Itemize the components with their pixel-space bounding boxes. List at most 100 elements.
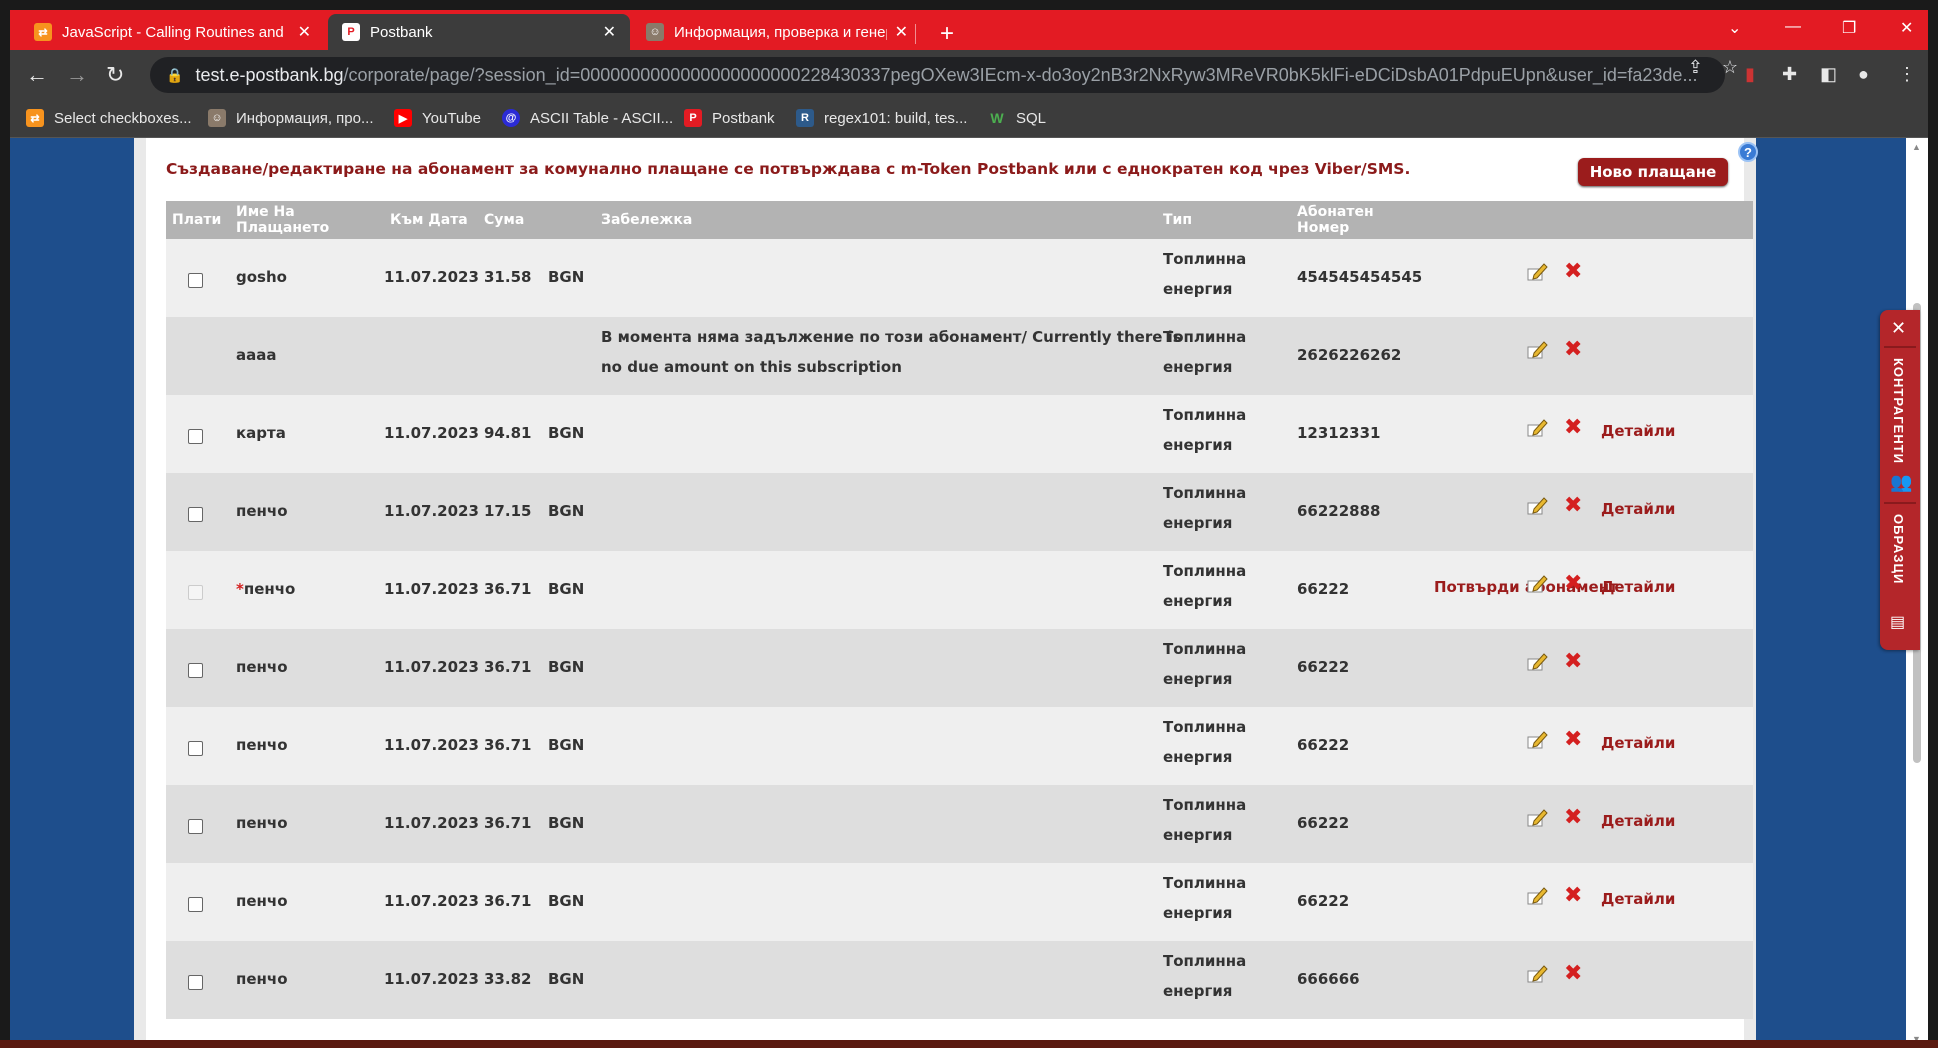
currency: BGN bbox=[548, 970, 585, 988]
delete-icon[interactable]: ✖ bbox=[1564, 261, 1582, 283]
templates-tab[interactable]: ОБРАЗЦИ bbox=[1891, 514, 1906, 584]
minimize-icon[interactable]: — bbox=[1785, 18, 1801, 36]
col-name-line1: Име На bbox=[236, 204, 295, 220]
bookmark-sql[interactable]: W SQL bbox=[988, 109, 1046, 127]
bookmarks-bar: ⇄ Select checkboxes... ☺ Информация, про..… bbox=[10, 100, 1928, 138]
help-icon[interactable]: ? bbox=[1738, 142, 1758, 162]
widget-divider bbox=[1884, 346, 1916, 348]
taskbar bbox=[0, 1040, 1938, 1048]
tab-search-icon[interactable]: ⌄ bbox=[1728, 18, 1741, 38]
delete-icon[interactable]: ✖ bbox=[1564, 339, 1582, 361]
pay-checkbox[interactable] bbox=[188, 897, 203, 912]
bookmark-label: YouTube bbox=[422, 109, 481, 127]
new-payment-button[interactable]: Ново плащане bbox=[1578, 158, 1728, 186]
pay-checkbox[interactable] bbox=[188, 429, 203, 444]
pay-checkbox[interactable] bbox=[188, 507, 203, 522]
type-line2: енергия bbox=[1163, 592, 1233, 610]
side-panel-icon[interactable]: ◧ bbox=[1820, 64, 1837, 85]
type-line1: Топлинна bbox=[1163, 250, 1247, 268]
bookmark-info[interactable]: ☺ Информация, про... bbox=[208, 109, 373, 127]
bookmark-ascii[interactable]: @ ASCII Table - ASCII... bbox=[502, 109, 673, 127]
delete-icon[interactable]: ✖ bbox=[1564, 963, 1582, 985]
edit-icon[interactable] bbox=[1526, 807, 1548, 829]
back-icon[interactable]: ← bbox=[26, 62, 48, 88]
tab-postbank[interactable]: P Postbank ✕ bbox=[328, 14, 630, 50]
share-icon[interactable]: ⇪ bbox=[1688, 57, 1703, 78]
bookmark-star-icon[interactable]: ☆ bbox=[1722, 57, 1738, 78]
bookmark-regex101[interactable]: Rregex101: build, tes... bbox=[796, 109, 967, 127]
forward-icon[interactable]: → bbox=[66, 62, 88, 88]
currency: BGN bbox=[548, 268, 585, 286]
pay-checkbox[interactable] bbox=[188, 741, 203, 756]
delete-icon[interactable]: ✖ bbox=[1564, 495, 1582, 517]
pay-checkbox[interactable] bbox=[188, 663, 203, 678]
delete-icon[interactable]: ✖ bbox=[1564, 651, 1582, 673]
col-name-line2: Плащането bbox=[236, 220, 330, 236]
edit-icon[interactable] bbox=[1526, 885, 1548, 907]
payment-name-text: пенчо bbox=[236, 814, 288, 832]
due-date: 11.07.2023 bbox=[384, 424, 479, 442]
edit-icon[interactable] bbox=[1526, 963, 1548, 985]
close-tab-icon[interactable]: ✕ bbox=[603, 22, 616, 42]
pay-checkbox[interactable] bbox=[188, 273, 203, 288]
profile-icon[interactable]: ● bbox=[1858, 64, 1869, 85]
bookmark-select-checkboxes[interactable]: ⇄ Select checkboxes... bbox=[26, 109, 192, 127]
tab-bar: ⇄ JavaScript - Calling Routines and ✕ P … bbox=[10, 10, 1928, 50]
restore-icon[interactable]: ❐ bbox=[1842, 18, 1856, 38]
extension-icon[interactable]: ▮ bbox=[1745, 64, 1755, 85]
scroll-up-icon[interactable]: ▲ bbox=[1912, 142, 1921, 152]
close-tab-icon[interactable]: ✕ bbox=[298, 22, 311, 42]
extensions-puzzle-icon[interactable]: ✚ bbox=[1782, 64, 1797, 85]
bookmark-youtube[interactable]: ▶ YouTube bbox=[394, 109, 481, 127]
edit-icon[interactable] bbox=[1526, 651, 1548, 673]
subscriber-number: 12312331 bbox=[1297, 424, 1381, 442]
tab-javascript[interactable]: ⇄ JavaScript - Calling Routines and ✕ bbox=[20, 14, 325, 50]
details-link[interactable]: Детайли bbox=[1601, 812, 1675, 830]
edit-icon[interactable] bbox=[1526, 261, 1548, 283]
details-link[interactable]: Детайли bbox=[1601, 578, 1675, 596]
delete-icon[interactable]: ✖ bbox=[1564, 573, 1582, 595]
pay-checkbox[interactable] bbox=[188, 819, 203, 834]
table-row: пенчо 11.07.2023 36.71 BGN Топлинна енергия 66… bbox=[166, 629, 1753, 707]
rest-icon: ⇄ bbox=[26, 109, 44, 127]
edit-icon[interactable] bbox=[1526, 729, 1548, 751]
delete-icon[interactable]: ✖ bbox=[1564, 807, 1582, 829]
menu-icon[interactable]: ⋮ bbox=[1898, 64, 1916, 85]
subscriber-number: 66222888 bbox=[1297, 502, 1381, 520]
counterparties-tab[interactable]: КОНТРАГЕНТИ bbox=[1891, 358, 1906, 464]
type-line2: енергия bbox=[1163, 904, 1233, 922]
type-line1: Топлинна bbox=[1163, 328, 1247, 346]
pay-checkbox[interactable] bbox=[188, 975, 203, 990]
table-row: карта 11.07.2023 94.81 BGN Топлинна енергия 12… bbox=[166, 395, 1753, 473]
delete-icon[interactable]: ✖ bbox=[1564, 729, 1582, 751]
subscriber-number: 666666 bbox=[1297, 970, 1360, 988]
close-tab-icon[interactable]: ✕ bbox=[895, 22, 908, 42]
payment-name: пенчо bbox=[236, 736, 288, 754]
address-bar[interactable]: 🔒 test.e-postbank.bg/corporate/page/?ses… bbox=[150, 57, 1725, 93]
type-line2: енергия bbox=[1163, 748, 1233, 766]
delete-icon[interactable]: ✖ bbox=[1564, 885, 1582, 907]
pay-checkbox bbox=[188, 585, 203, 600]
amount: 31.58 bbox=[484, 268, 532, 286]
edit-icon[interactable] bbox=[1526, 495, 1548, 517]
edit-icon[interactable] bbox=[1526, 417, 1548, 439]
amount: 94.81 bbox=[484, 424, 532, 442]
edit-icon[interactable] bbox=[1526, 339, 1548, 361]
type-line1: Топлинна bbox=[1163, 406, 1247, 424]
tab-info[interactable]: ☺ Информация, проверка и генер ✕ bbox=[632, 14, 922, 50]
payment-name: карта bbox=[236, 424, 286, 442]
payment-name: пенчо bbox=[236, 814, 288, 832]
reload-icon[interactable]: ↻ bbox=[106, 62, 124, 88]
delete-icon[interactable]: ✖ bbox=[1564, 417, 1582, 439]
portrait-icon: ☺ bbox=[208, 109, 226, 127]
close-window-icon[interactable]: ✕ bbox=[1900, 18, 1913, 38]
payment-name-text: gosho bbox=[236, 268, 287, 286]
widget-close-icon[interactable]: ✕ bbox=[1891, 318, 1906, 339]
details-link[interactable]: Детайли bbox=[1601, 500, 1675, 518]
details-link[interactable]: Детайли bbox=[1601, 422, 1675, 440]
bookmark-postbank[interactable]: P Postbank bbox=[684, 109, 775, 127]
new-tab-icon[interactable]: + bbox=[940, 20, 954, 48]
details-link[interactable]: Детайли bbox=[1601, 890, 1675, 908]
details-link[interactable]: Детайли bbox=[1601, 734, 1675, 752]
edit-icon[interactable] bbox=[1526, 573, 1548, 595]
